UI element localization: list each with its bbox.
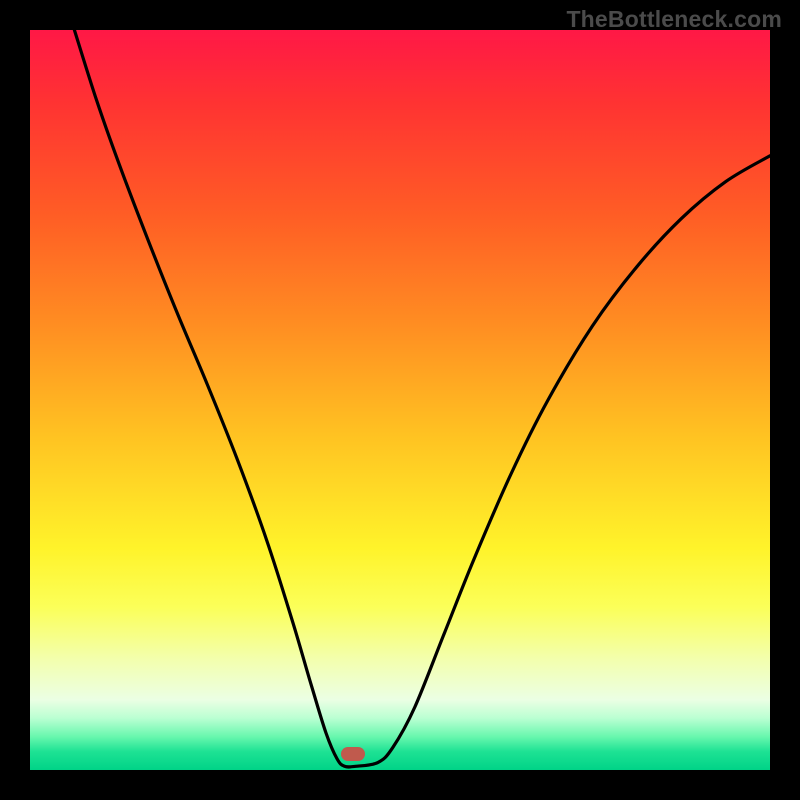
minimum-marker — [341, 747, 365, 761]
bottleneck-curve — [30, 30, 770, 770]
chart-frame: TheBottleneck.com — [0, 0, 800, 800]
watermark-text: TheBottleneck.com — [566, 6, 782, 33]
plot-area — [30, 30, 770, 770]
